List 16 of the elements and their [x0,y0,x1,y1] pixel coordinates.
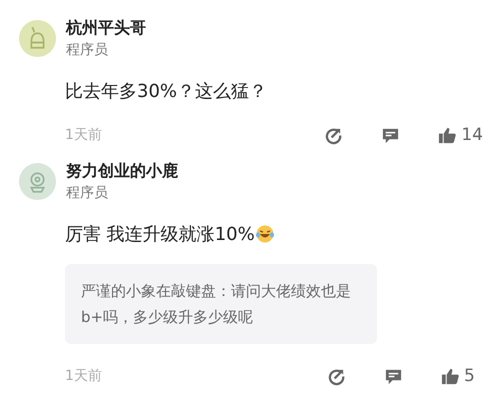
share-icon[interactable] [324,126,344,144]
like-button[interactable]: 14 [438,125,483,145]
timestamp: 1天前 [65,126,102,144]
comment-text: 厉害 我连升级就涨10% [65,222,275,246]
like-button[interactable]: 5 [441,366,483,386]
thumbs-up-icon [438,126,458,144]
user-name[interactable]: 努力创业的小鹿 [66,161,178,182]
laughing-emoji-icon [254,224,275,244]
user-role: 程序员 [66,184,109,202]
share-icon[interactable] [327,366,346,386]
timestamp: 1天前 [65,367,102,385]
user-name[interactable]: 杭州平头哥 [66,18,146,39]
comment-text: 比去年多30%？这么猛？ [65,80,268,103]
user-role: 程序员 [66,41,109,59]
quoted-reply: 严谨的小象在敲键盘：请问大佬绩效也是b+吗，多少级升多少级呢 [65,264,377,344]
thumbs-up-icon [441,366,460,386]
